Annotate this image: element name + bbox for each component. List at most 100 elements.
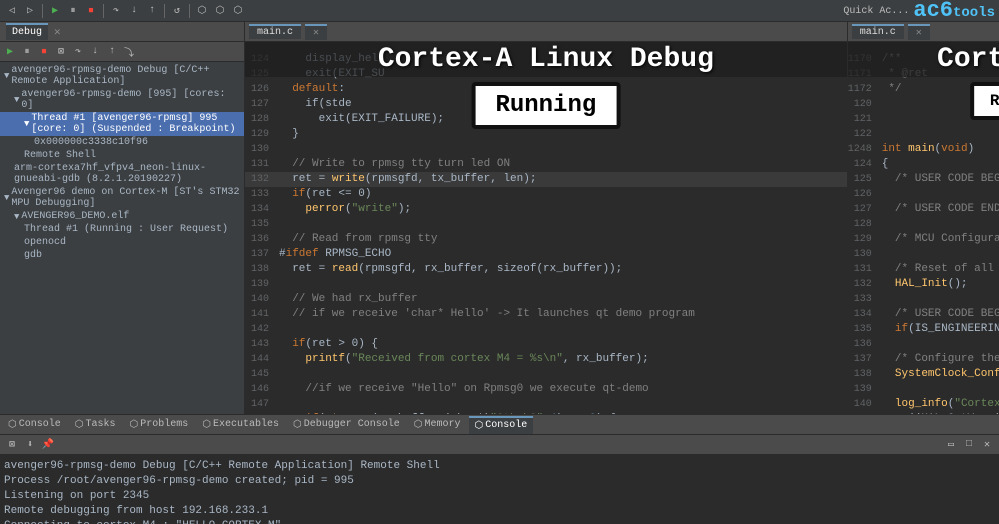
tree-item-1[interactable]: ▼ avenger96-rpmsg-demo [995] [cores: 0]	[0, 88, 244, 112]
debug-tb-pause[interactable]: ⏸	[19, 44, 35, 60]
console-tab-console2[interactable]: ⬡ Console	[469, 416, 534, 434]
code-panel-left: main.c ✕ Cortex-A Linux Debug Running	[245, 22, 848, 414]
toolbar-btn-more1[interactable]: ⬡	[194, 3, 210, 19]
code-line: 141 ((HAL_GetVersion() >> 24) & 0x000000…	[848, 412, 999, 414]
tree-item-0[interactable]: ▼ avenger96-rpmsg-demo Debug [C/C++ Remo…	[0, 64, 244, 88]
toolbar-btn-more2[interactable]: ⬡	[212, 3, 228, 19]
tree-item-label-0: avenger96-rpmsg-demo Debug [C/C++ Remote…	[11, 65, 240, 87]
toolbar-btn-restart[interactable]: ↺	[169, 3, 185, 19]
toolbar-btn-step-into[interactable]: ↓	[126, 3, 142, 19]
code-right-file-label[interactable]: main.c	[852, 24, 904, 39]
debug-tb-resume[interactable]: ▶	[2, 44, 18, 60]
code-line: 125 exit(EXIT_SU	[245, 67, 847, 82]
debug-tab-label[interactable]: Debug	[6, 23, 48, 40]
console-tb-close[interactable]: ✕	[979, 437, 995, 453]
console-tabs: ⬡ Console ⬡ Tasks ⬡ Problems ⬡ Executabl…	[0, 415, 999, 435]
debug-tb-disconnect[interactable]: ⊠	[53, 44, 69, 60]
debug-tb-drop[interactable]: ⤵	[121, 44, 137, 60]
arrow-icon-0: ▼	[4, 71, 9, 81]
toolbar-sep-4	[189, 4, 190, 18]
console-tab-problems[interactable]: ⬡ Problems	[124, 417, 195, 433]
code-panels: main.c ✕ Cortex-A Linux Debug Running	[245, 22, 999, 414]
console-tb-maximize[interactable]: □	[961, 437, 977, 453]
debug-toolbar: ▶ ⏸ ⏹ ⊠ ↷ ↓ ↑ ⤵	[0, 42, 244, 62]
code-line: 1248int main(void)	[848, 142, 999, 157]
code-line: 136	[848, 337, 999, 352]
toolbar-btn-fwd[interactable]: ▷	[22, 3, 38, 19]
code-line: 134 /* USER CODE BEGIN Init */	[848, 307, 999, 322]
code-left-file-label[interactable]: main.c	[249, 24, 301, 39]
code-line: 127 /* USER CODE END 1 */	[848, 202, 999, 217]
console-tab-console[interactable]: ⬡ Console	[2, 417, 67, 433]
tree-item-cortexm[interactable]: ▼ Avenger96 demo on Cortex-M [ST's STM32…	[0, 186, 244, 210]
tasks-icon: ⬡	[75, 419, 84, 431]
tree-item-gdb2[interactable]: gdb	[0, 249, 244, 262]
tree-item-3[interactable]: 0x000000c3338c10f96	[0, 136, 244, 149]
tree-item-label-elf: AVENGER96_DEMO.elf	[21, 211, 129, 222]
console-tb-clear[interactable]: ⊠	[4, 437, 20, 453]
debugger-icon: ⬡	[293, 419, 302, 431]
debug-tb-stepout[interactable]: ↑	[104, 44, 120, 60]
code-line: 135 if(IS_ENGINEERING_BOOT_MODE())	[848, 322, 999, 337]
debug-tb-stepover[interactable]: ↷	[70, 44, 86, 60]
arrow-icon-cm: ▼	[4, 193, 9, 203]
code-line: 147	[245, 397, 847, 412]
top-toolbar: ◁ ▷ ▶ ⏸ ⏹ ↷ ↓ ↑ ↺ ⬡ ⬡ ⬡ Quick Ac... ac6t…	[0, 0, 999, 22]
code-line: 126	[848, 187, 999, 202]
tree-item-label-gdb: arm-cortexa7hf_vfpv4_neon-linux-gnueabi-…	[14, 163, 240, 185]
toolbar-btn-step-out[interactable]: ↑	[144, 3, 160, 19]
tree-item-label-rs: Remote Shell	[24, 150, 96, 161]
code-line: 130	[245, 142, 847, 157]
console-icon: ⬡	[8, 419, 17, 431]
code-left-close[interactable]: ✕	[305, 24, 327, 40]
tree-item-label-3: 0x000000c3338c10f96	[34, 137, 148, 148]
code-right-close[interactable]: ✕	[908, 24, 930, 40]
console-tab-tasks[interactable]: ⬡ Tasks	[69, 417, 122, 433]
code-line: 145	[245, 367, 847, 382]
tree-item-label-cm: Avenger96 demo on Cortex-M [ST's STM32 M…	[11, 187, 240, 209]
tree-item-openocd[interactable]: openocd	[0, 236, 244, 249]
code-line: 121	[848, 112, 999, 127]
console-line: Remote debugging from host 192.168.233.1	[4, 504, 995, 519]
toolbar-btn-step-over[interactable]: ↷	[108, 3, 124, 19]
tree-item-elf[interactable]: ▼ AVENGER96_DEMO.elf	[0, 210, 244, 223]
debug-tree: ▼ avenger96-rpmsg-demo Debug [C/C++ Remo…	[0, 62, 244, 264]
toolbar-btn-more3[interactable]: ⬡	[230, 3, 246, 19]
code-line: 137#ifdef RPMSG_ECHO	[245, 247, 847, 262]
tree-item-2[interactable]: ▼ Thread #1 [avenger96-rpmsg] 995 [core:…	[0, 112, 244, 136]
console-tab-memory[interactable]: ⬡ Memory	[408, 417, 467, 433]
code-panel-right-tab: main.c ✕	[848, 22, 999, 42]
debug-tb-stepinto[interactable]: ↓	[87, 44, 103, 60]
tree-item-gdb[interactable]: arm-cortexa7hf_vfpv4_neon-linux-gnueabi-…	[0, 162, 244, 186]
code-left-content[interactable]: Cortex-A Linux Debug Running 124 display…	[245, 42, 847, 414]
console-tab-debugger[interactable]: ⬡ Debugger Console	[287, 417, 406, 433]
code-line: 1172 */	[848, 82, 999, 97]
code-line: 137 /* Configure the system clock */	[848, 352, 999, 367]
tree-item-thread1[interactable]: Thread #1 (Running : User Request)	[0, 223, 244, 236]
code-line: 132 ret = write(rpmsgfd, tx_buffer, len)…	[245, 172, 847, 187]
code-line: 1170/**	[848, 52, 999, 67]
toolbar-btn-debug[interactable]: ▶	[47, 3, 63, 19]
tree-item-remote-shell[interactable]: Remote Shell	[0, 149, 244, 162]
debug-tab-close[interactable]: ✕	[54, 25, 61, 39]
toolbar-btn-pause[interactable]: ⏸	[65, 3, 81, 19]
debug-tb-stop[interactable]: ⏹	[36, 44, 52, 60]
code-right-content[interactable]: Cortex-M Baremetal Debug Running and wai…	[848, 42, 999, 414]
toolbar-btn-stop[interactable]: ⏹	[83, 3, 99, 19]
problems-icon: ⬡	[130, 419, 139, 431]
console-tb-pin[interactable]: 📌	[40, 437, 56, 453]
console-content[interactable]: avenger96-rpmsg-demo Debug [C/C++ Remote…	[0, 455, 999, 524]
console-tb-minimize[interactable]: ▭	[943, 437, 959, 453]
middle-area: Debug ✕ ▶ ⏸ ⏹ ⊠ ↷ ↓ ↑ ⤵ ▼ avenger96-rpms…	[0, 22, 999, 414]
code-panel-right: main.c ✕ Cortex-M Baremetal Debug Runnin…	[848, 22, 999, 414]
debug-tree-container: ▼ avenger96-rpmsg-demo Debug [C/C++ Remo…	[0, 62, 244, 414]
toolbar-sep-3	[164, 4, 165, 18]
console-toolbar: ⊠ ⬇ 📌 ▭ □ ✕	[0, 435, 999, 455]
code-line: 122	[848, 127, 999, 142]
console-tb-scroll[interactable]: ⬇	[22, 437, 38, 453]
code-line: 139	[848, 382, 999, 397]
console-tab-executables[interactable]: ⬡ Executables	[196, 417, 285, 433]
toolbar-btn-back[interactable]: ◁	[4, 3, 20, 19]
code-line: 139	[245, 277, 847, 292]
code-line: 136 // Read from rpmsg tty	[245, 232, 847, 247]
